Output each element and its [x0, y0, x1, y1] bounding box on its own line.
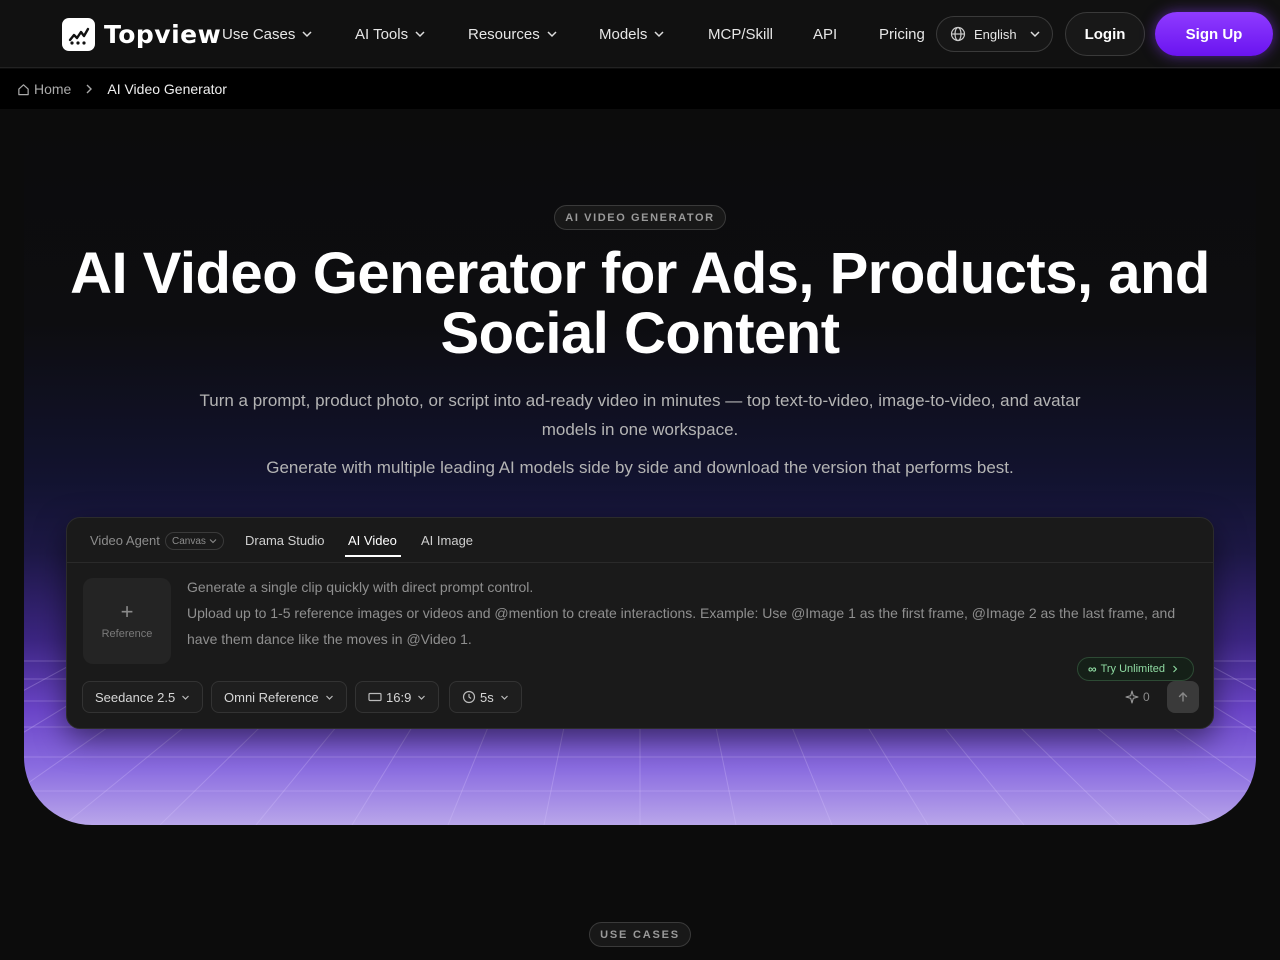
- chevron-down-icon: [418, 695, 426, 700]
- home-icon: [18, 83, 29, 95]
- nav-models[interactable]: Models: [599, 25, 665, 43]
- duration-select[interactable]: 5s: [449, 681, 522, 713]
- breadcrumb-home-link[interactable]: Home: [34, 81, 71, 97]
- credits-indicator: 0: [1125, 690, 1150, 704]
- prompt-placeholder-line1: Generate a single clip quickly with dire…: [187, 579, 534, 595]
- hero-subtitle-secondary: Generate with multiple leading AI models…: [266, 458, 1014, 477]
- chevron-down-icon: [182, 695, 190, 700]
- tab-ai-video[interactable]: AI Video: [348, 533, 397, 548]
- signup-button[interactable]: Sign Up: [1155, 12, 1273, 56]
- language-selector[interactable]: English: [936, 16, 1053, 52]
- tab-drama-studio[interactable]: Drama Studio: [245, 533, 324, 548]
- top-navbar: Topview Use Cases AI Tools Resources Mod…: [0, 0, 1280, 68]
- try-unlimited-button[interactable]: ∞ Try Unlimited: [1077, 657, 1194, 681]
- use-cases-tag: USE CASES: [589, 922, 691, 947]
- globe-icon: [950, 26, 966, 42]
- generate-submit-button[interactable]: [1167, 681, 1199, 713]
- chevron-down-icon: [302, 31, 312, 38]
- active-tab-indicator: [345, 555, 401, 557]
- chevron-down-icon: [500, 695, 508, 700]
- breadcrumb: Home AI Video Generator: [0, 69, 1280, 109]
- chevron-down-icon: [209, 539, 217, 544]
- brand-name: Topview: [104, 20, 222, 49]
- nav-resources[interactable]: Resources: [468, 25, 558, 43]
- nav-ai-tools[interactable]: AI Tools: [355, 25, 426, 43]
- canvas-chip[interactable]: Canvas: [165, 532, 224, 550]
- chevron-right-icon: [1173, 665, 1178, 673]
- chevron-down-icon: [325, 695, 333, 700]
- nav-api[interactable]: API: [813, 25, 837, 43]
- brand-logo[interactable]: Topview: [62, 18, 221, 51]
- sparkle-icon: [1125, 690, 1139, 704]
- chevron-down-icon: [547, 31, 557, 38]
- chevron-down-icon: [1030, 31, 1040, 38]
- hero-tag: AI VIDEO GENERATOR: [554, 205, 726, 230]
- aspect-ratio-select[interactable]: 16:9: [355, 681, 440, 713]
- reference-label: Reference: [101, 628, 153, 640]
- reference-upload-button[interactable]: + Reference: [83, 578, 171, 664]
- language-label: English: [974, 26, 1017, 42]
- video-generator-panel: Video Agent Canvas Drama Studio AI Video…: [66, 517, 1214, 729]
- chevron-right-icon: [86, 84, 93, 94]
- hero-subtitle: Turn a prompt, product photo, or script …: [199, 391, 1081, 439]
- tab-ai-image[interactable]: AI Image: [421, 533, 473, 548]
- prompt-input[interactable]: Generate a single clip quickly with dire…: [187, 574, 1197, 652]
- plus-icon: +: [120, 599, 134, 624]
- nav-use-cases[interactable]: Use Cases: [222, 25, 313, 43]
- clock-icon: [462, 690, 476, 704]
- logo-icon: [62, 18, 95, 51]
- generator-tabs: Video Agent Canvas Drama Studio AI Video…: [67, 518, 1213, 563]
- arrow-up-icon: [1178, 692, 1188, 702]
- tab-video-agent[interactable]: Video Agent: [90, 533, 160, 548]
- nav-mcp-skill[interactable]: MCP/Skill: [708, 25, 773, 43]
- infinity-icon: ∞: [1088, 662, 1097, 676]
- breadcrumb-current: AI Video Generator: [107, 81, 227, 97]
- hero-title: AI Video Generator for Ads, Products, an…: [70, 241, 1210, 366]
- aspect-ratio-icon: [368, 692, 382, 702]
- model-select[interactable]: Seedance 2.5: [82, 681, 204, 713]
- chevron-down-icon: [415, 31, 425, 38]
- nav-pricing[interactable]: Pricing: [879, 25, 925, 43]
- login-button[interactable]: Login: [1065, 12, 1145, 56]
- prompt-placeholder-line2: Upload up to 1-5 reference images or vid…: [187, 605, 1176, 647]
- chevron-down-icon: [654, 31, 664, 38]
- mode-select[interactable]: Omni Reference: [211, 681, 347, 713]
